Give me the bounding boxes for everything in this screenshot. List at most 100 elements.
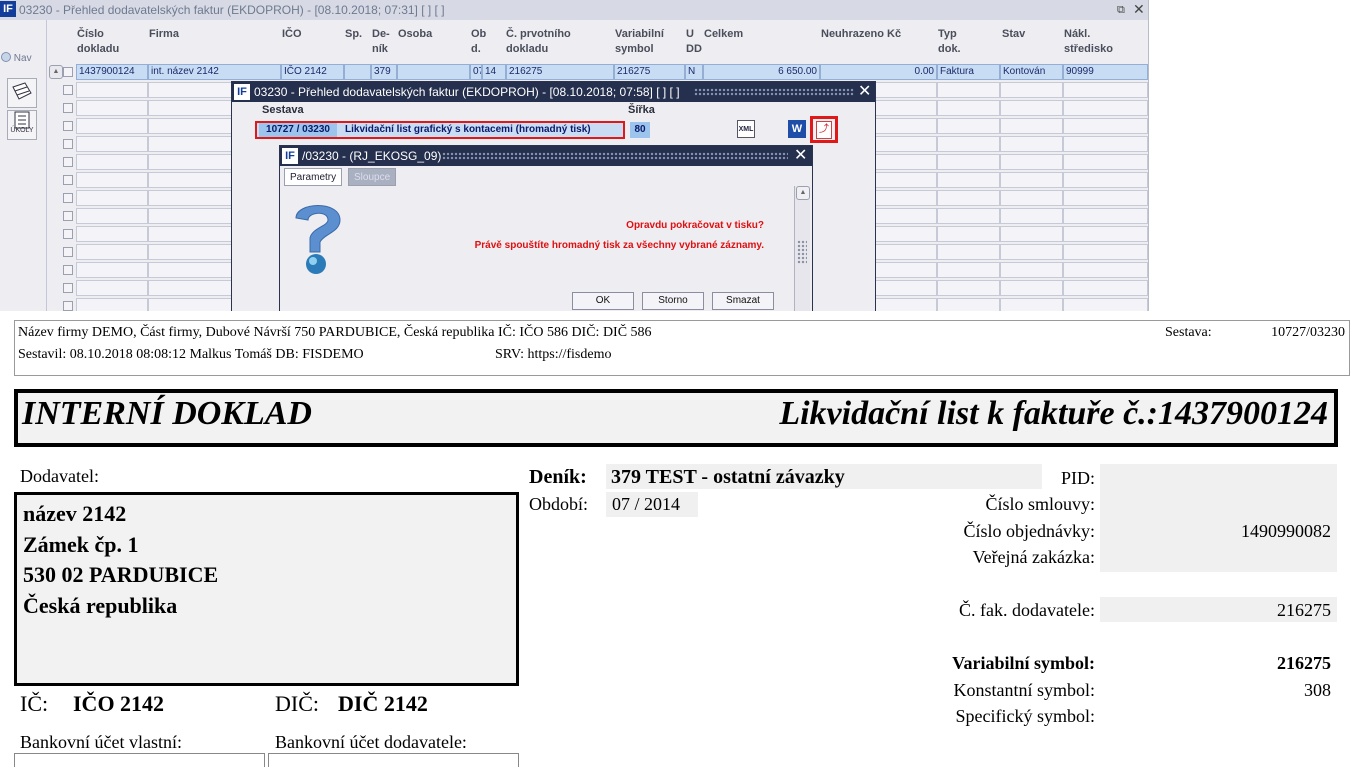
row-select-checkbox[interactable]	[63, 85, 73, 95]
table-cell[interactable]: int. název 2142	[148, 64, 281, 80]
row-select-checkbox[interactable]	[63, 211, 73, 221]
table-cell[interactable]	[937, 172, 1000, 188]
row-select-checkbox[interactable]	[63, 121, 73, 131]
table-cell[interactable]	[1063, 100, 1148, 116]
col-header-stredisko[interactable]: Nákl. středisko	[1064, 27, 1113, 57]
table-cell[interactable]	[1063, 208, 1148, 224]
table-cell[interactable]	[76, 208, 148, 224]
row-select-checkbox[interactable]	[63, 283, 73, 293]
table-cell[interactable]	[1063, 226, 1148, 242]
table-cell[interactable]	[1000, 280, 1063, 296]
table-cell[interactable]: 07	[470, 64, 482, 80]
table-cell[interactable]: N	[685, 64, 703, 80]
table-cell[interactable]	[1063, 190, 1148, 206]
table-cell[interactable]	[1063, 298, 1148, 311]
table-cell[interactable]	[76, 244, 148, 260]
table-cell[interactable]	[937, 298, 1000, 311]
table-cell[interactable]	[1000, 190, 1063, 206]
scroll-grip[interactable]	[797, 240, 807, 264]
col-header-osoba[interactable]: Osoba	[398, 27, 432, 42]
pdf-export-button[interactable]: ⤴	[810, 116, 838, 143]
table-cell[interactable]	[937, 226, 1000, 242]
table-cell[interactable]: 6 650.00	[703, 64, 820, 80]
col-header-cislo[interactable]: Číslo dokladu	[77, 27, 119, 57]
table-cell[interactable]: 14	[482, 64, 506, 80]
tool-button-tasks[interactable]: ÚKOLY	[7, 110, 37, 140]
table-cell[interactable]	[1000, 172, 1063, 188]
table-cell[interactable]	[937, 118, 1000, 134]
table-cell[interactable]	[1063, 262, 1148, 278]
table-cell[interactable]	[1000, 208, 1063, 224]
table-cell[interactable]	[1000, 226, 1063, 242]
table-cell[interactable]	[1063, 244, 1148, 260]
table-cell[interactable]	[937, 154, 1000, 170]
table-cell[interactable]	[1063, 280, 1148, 296]
table-cell[interactable]	[1000, 244, 1063, 260]
col-header-prvotni[interactable]: Č. prvotního dokladu	[506, 27, 571, 57]
scroll-up-icon[interactable]: ▲	[49, 65, 63, 79]
row-select-checkbox[interactable]	[63, 193, 73, 203]
nav-toggle[interactable]: Nav	[1, 52, 32, 64]
table-cell[interactable]	[1000, 100, 1063, 116]
close-icon[interactable]: ✕	[1133, 0, 1147, 19]
row-select-checkbox[interactable]	[63, 175, 73, 185]
col-header-udd[interactable]: U DD	[686, 27, 702, 57]
table-cell[interactable]	[76, 172, 148, 188]
table-cell[interactable]	[937, 136, 1000, 152]
table-cell[interactable]: Kontován	[1000, 64, 1063, 80]
table-cell[interactable]	[76, 136, 148, 152]
table-cell[interactable]	[397, 64, 470, 80]
table-cell[interactable]	[1063, 154, 1148, 170]
table-cell[interactable]: Faktura	[937, 64, 1000, 80]
table-cell[interactable]	[1063, 82, 1148, 98]
col-header-ico[interactable]: IČO	[282, 27, 302, 42]
table-cell[interactable]	[1000, 262, 1063, 278]
col-header-vs[interactable]: Variabilní symbol	[615, 27, 664, 57]
table-cell[interactable]	[1063, 118, 1148, 134]
col-header-firma[interactable]: Firma	[149, 27, 179, 42]
storno-button[interactable]: Storno	[642, 292, 704, 310]
table-cell[interactable]	[937, 244, 1000, 260]
tool-button-documents[interactable]	[7, 78, 37, 108]
restore-icon[interactable]: ⧉	[1117, 0, 1131, 20]
table-cell[interactable]	[76, 262, 148, 278]
close-icon[interactable]: ✕	[794, 146, 807, 166]
row-select-checkbox[interactable]	[63, 265, 73, 275]
table-row[interactable]: ▲ 1437900124int. název 2142IČO 2142 379 071…	[46, 64, 1148, 80]
xml-export-icon[interactable]: XML	[737, 120, 755, 138]
table-cell[interactable]: 216275	[506, 64, 614, 80]
table-cell[interactable]	[937, 100, 1000, 116]
row-select-checkbox[interactable]	[63, 139, 73, 149]
col-header-celkem[interactable]: Celkem	[704, 27, 743, 42]
col-header-sp[interactable]: Sp.	[345, 27, 362, 42]
table-cell[interactable]: 0.00	[820, 64, 937, 80]
table-cell[interactable]	[1000, 298, 1063, 311]
ok-button[interactable]: OK	[572, 292, 634, 310]
close-icon[interactable]: ✕	[858, 82, 871, 102]
table-cell[interactable]	[1000, 136, 1063, 152]
table-cell[interactable]	[76, 226, 148, 242]
width-value[interactable]: 80	[630, 122, 650, 138]
row-select-checkbox[interactable]	[63, 103, 73, 113]
table-cell[interactable]: 216275	[614, 64, 685, 80]
tab-sloupce[interactable]: Sloupce	[348, 168, 397, 186]
table-cell[interactable]	[76, 280, 148, 296]
row-select-checkbox[interactable]	[63, 301, 73, 311]
table-cell[interactable]	[1063, 172, 1148, 188]
row-select-checkbox[interactable]	[63, 157, 73, 167]
table-cell[interactable]	[937, 190, 1000, 206]
table-cell[interactable]	[937, 280, 1000, 296]
table-cell[interactable]: 379	[371, 64, 397, 80]
word-export-icon[interactable]: W	[788, 120, 806, 138]
col-header-obd[interactable]: Ob d.	[471, 27, 486, 57]
table-cell[interactable]: IČO 2142	[281, 64, 344, 80]
row-select-checkbox[interactable]	[63, 67, 73, 77]
table-cell[interactable]	[1000, 118, 1063, 134]
table-cell[interactable]	[344, 64, 371, 80]
table-cell[interactable]	[76, 118, 148, 134]
row-select-checkbox[interactable]	[63, 247, 73, 257]
col-header-stav[interactable]: Stav	[1002, 27, 1025, 42]
table-cell[interactable]	[1000, 154, 1063, 170]
confirm-scrollbar[interactable]: ▲	[794, 186, 810, 311]
table-cell[interactable]	[76, 154, 148, 170]
